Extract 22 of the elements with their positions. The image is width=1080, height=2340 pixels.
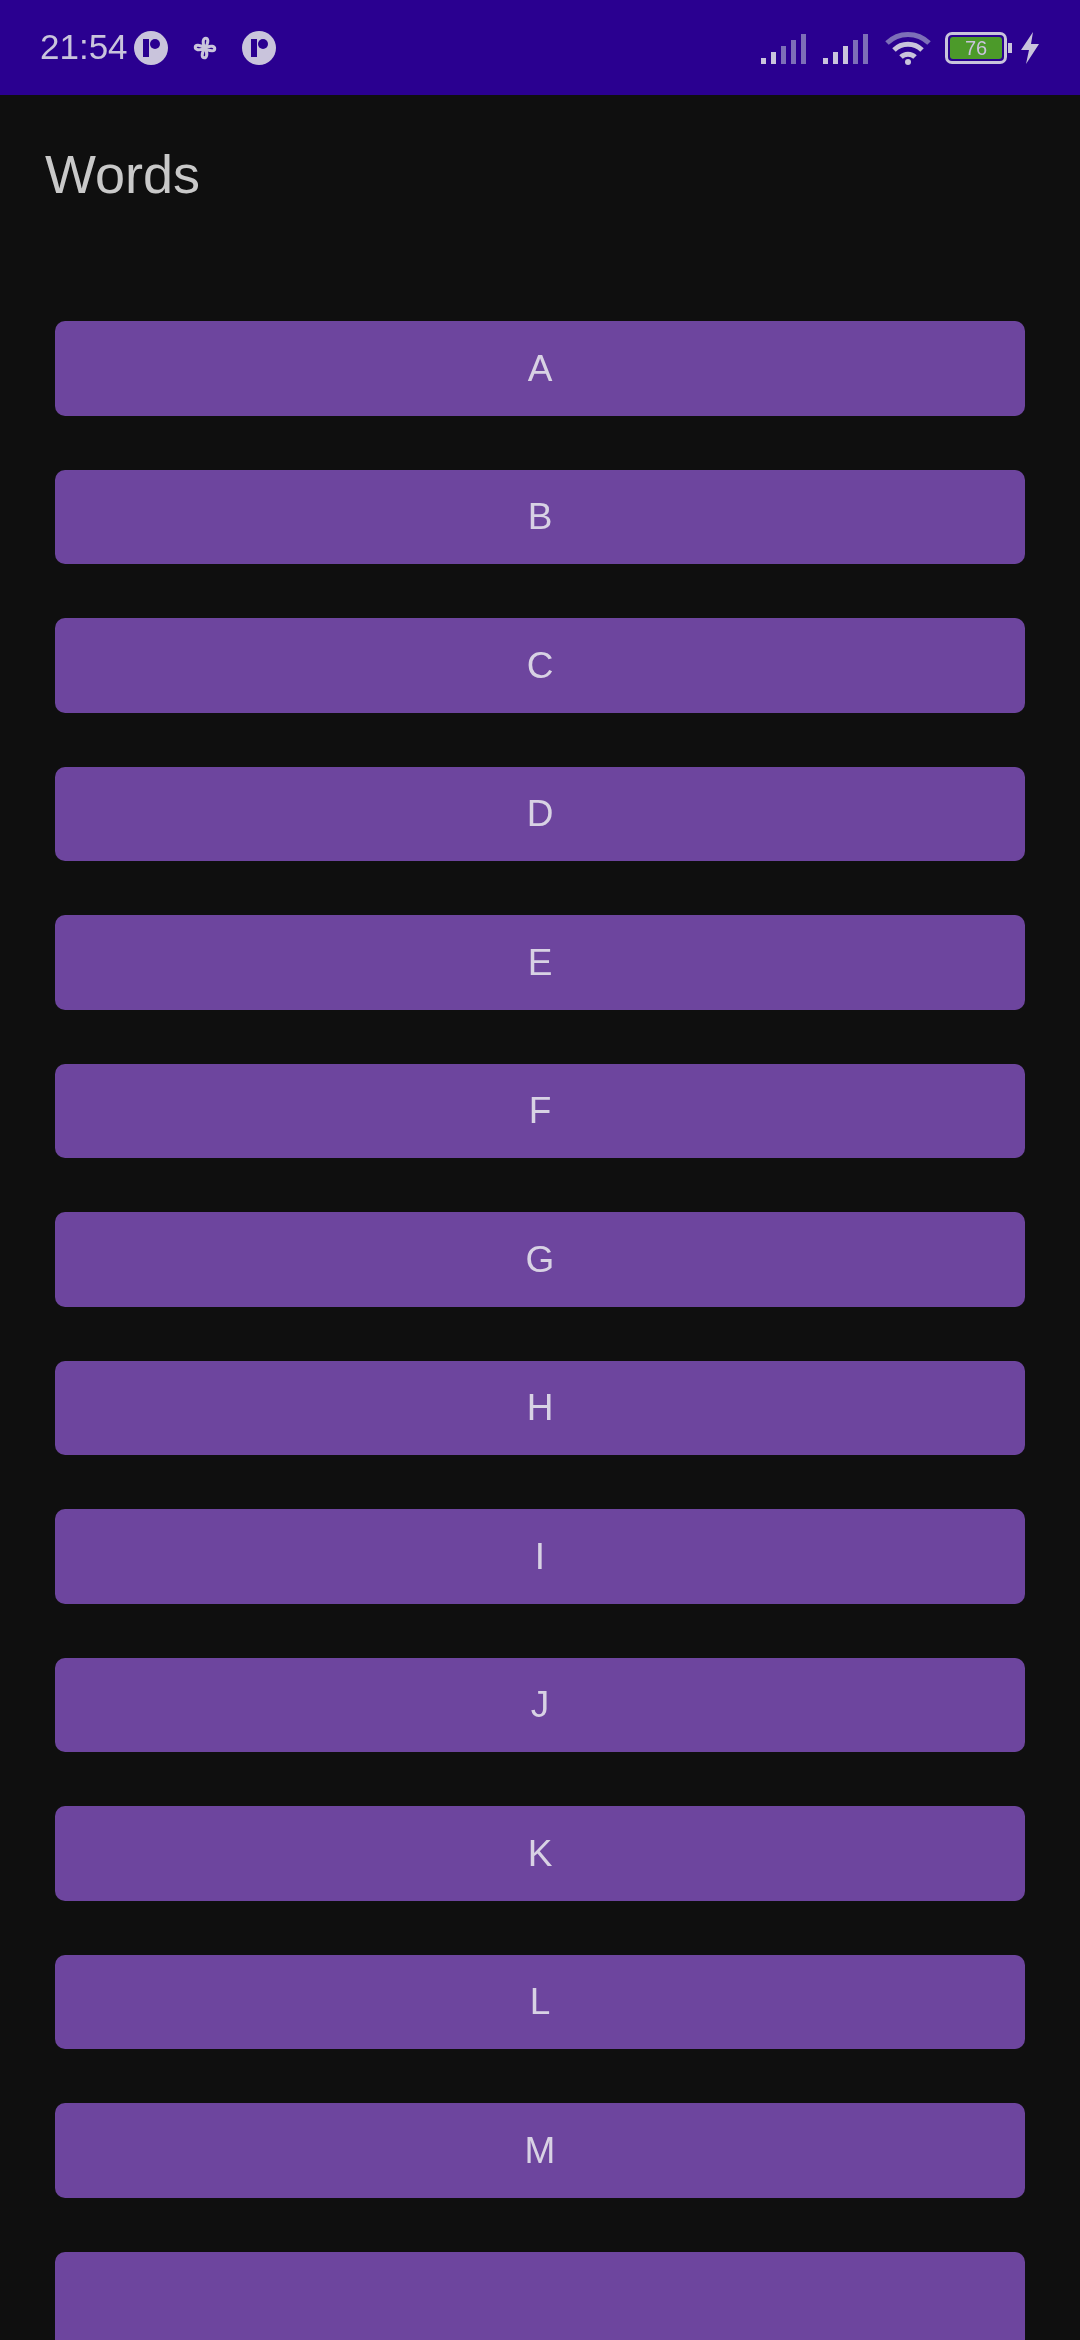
- letter-button[interactable]: H: [55, 1360, 1025, 1456]
- letter-button[interactable]: E: [55, 915, 1025, 1010]
- letter-button[interactable]: C: [55, 618, 1025, 713]
- letter-button[interactable]: G: [55, 1212, 1025, 1307]
- battery-level: 76: [964, 37, 988, 58]
- letter-button[interactable]: F: [55, 1063, 1025, 1159]
- letter-button[interactable]: L: [55, 1954, 1025, 2050]
- letter-button[interactable]: A: [55, 321, 1025, 416]
- clock: 21:54: [40, 26, 128, 69]
- letter-button[interactable]: D: [55, 766, 1025, 862]
- partial-button[interactable]: [55, 2251, 1025, 2340]
- app-icon: [241, 30, 276, 65]
- letter-button[interactable]: I: [55, 1509, 1025, 1604]
- page-title: Words: [44, 143, 202, 201]
- signal-icon: [761, 31, 809, 64]
- wifi-icon: [885, 30, 931, 65]
- letter-button[interactable]: B: [55, 469, 1025, 565]
- letter-button[interactable]: J: [55, 1657, 1025, 1753]
- signal-icon: [823, 31, 871, 64]
- app-icon: [133, 30, 168, 65]
- letter-button[interactable]: M: [55, 2103, 1025, 2198]
- letter-button[interactable]: K: [55, 1806, 1025, 1901]
